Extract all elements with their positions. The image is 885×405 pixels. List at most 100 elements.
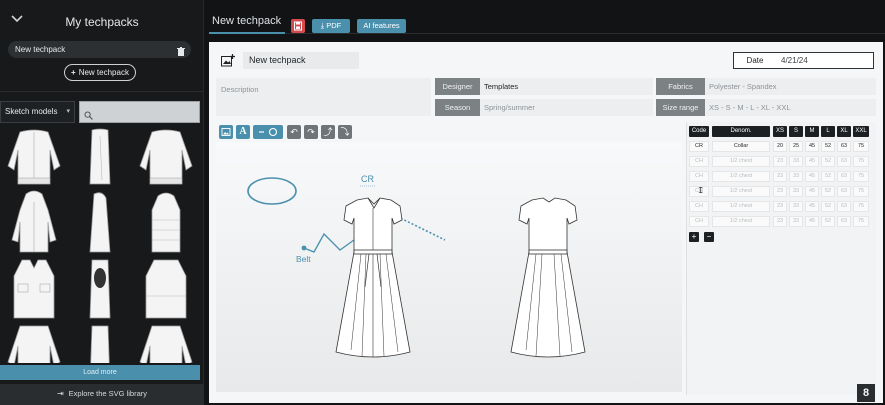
table-cell[interactable]: 63 — [837, 201, 851, 212]
techpack-item-label: New techpack — [15, 45, 66, 54]
table-cell[interactable]: 45 — [805, 216, 819, 227]
table-cell[interactable]: 75 — [853, 141, 869, 152]
table-cell[interactable]: 45 — [805, 171, 819, 182]
date-input[interactable]: 4/21/24 — [776, 52, 874, 69]
sketch-thumb-denim-side[interactable] — [70, 322, 130, 363]
table-cell[interactable]: 33 — [789, 201, 803, 212]
sketch-thumb-bomber-front[interactable] — [2, 126, 62, 188]
undo-button[interactable]: ↶ — [287, 125, 301, 139]
sketch-thumb-parka-front[interactable] — [2, 190, 62, 253]
table-cell[interactable]: 52 — [821, 141, 835, 152]
techpack-list-item[interactable]: New techpack — [8, 41, 191, 58]
table-cell[interactable]: 75 — [853, 171, 869, 182]
sketch-thumb-parka-side[interactable] — [70, 190, 130, 253]
sidebar-divider — [0, 91, 204, 92]
send-backward-icon: ⤵ — [340, 127, 350, 137]
table-cell[interactable]: 1/2 chest — [712, 216, 770, 227]
table-cell[interactable]: CR — [689, 141, 709, 152]
save-button[interactable] — [291, 19, 305, 33]
bring-forward-button[interactable]: ⤴ — [321, 125, 335, 139]
table-cell[interactable]: 63 — [837, 141, 851, 152]
table-cell[interactable]: 23 — [773, 216, 787, 227]
add-row-button[interactable]: + — [689, 232, 699, 242]
table-cell[interactable]: 52 — [821, 216, 835, 227]
table-cell[interactable]: 75 — [853, 216, 869, 227]
sketch-models-label: Sketch models — [5, 107, 58, 116]
table-cell[interactable]: 52 — [821, 156, 835, 167]
table-cell[interactable]: 63 — [837, 156, 851, 167]
fabrics-input[interactable]: Polyester - Spandex — [705, 78, 876, 95]
redo-button[interactable]: ↷ — [304, 125, 318, 139]
table-cell[interactable]: 75 — [853, 156, 869, 167]
new-techpack-button[interactable]: + New techpack — [64, 64, 136, 81]
sketch-thumb-vest-back[interactable] — [134, 256, 194, 319]
table-cell[interactable]: 63 — [837, 171, 851, 182]
table-cell[interactable]: CH — [689, 216, 709, 227]
table-cell[interactable]: 33 — [789, 186, 803, 197]
table-cell[interactable]: CH — [689, 201, 709, 212]
trash-icon[interactable] — [177, 45, 185, 56]
table-cell[interactable]: 52 — [821, 186, 835, 197]
table-header-denom: Denom. — [712, 126, 770, 137]
description-field[interactable]: Description — [216, 78, 431, 116]
table-cell[interactable]: 75 — [853, 201, 869, 212]
sketch-thumb-puffer[interactable] — [134, 190, 194, 253]
table-cell[interactable]: 23 — [773, 156, 787, 167]
table-cell[interactable]: 23 — [773, 186, 787, 197]
date-label: Date — [733, 52, 777, 69]
table-cell[interactable]: 33 — [789, 216, 803, 227]
remove-row-button[interactable]: − — [704, 232, 714, 242]
load-more-button[interactable]: Load more — [0, 365, 200, 380]
table-cell[interactable]: 45 — [805, 141, 819, 152]
send-backward-button[interactable]: ⤵ — [338, 125, 352, 139]
text-tool[interactable]: A — [236, 125, 250, 139]
sketch-thumb-denim-back[interactable] — [134, 322, 194, 363]
image-add-icon[interactable] — [221, 54, 235, 67]
techpack-card: New techpack Date 4/21/24 Description De… — [209, 42, 883, 403]
table-cell[interactable]: 45 — [805, 156, 819, 167]
sketch-thumb-bomber-side[interactable] — [70, 126, 130, 188]
designer-input[interactable]: Templates — [480, 78, 653, 95]
insert-image-tool[interactable] — [219, 125, 233, 139]
sketch-models-select[interactable]: Sketch models ▾ — [0, 101, 75, 123]
tab-new-techpack[interactable]: New techpack — [212, 15, 281, 27]
sketch-thumb-vest-front[interactable] — [2, 256, 62, 319]
season-input[interactable]: Spring/summer — [480, 99, 653, 116]
table-cell[interactable]: 23 — [773, 201, 787, 212]
sketch-thumb-vest-side[interactable] — [70, 256, 130, 319]
table-cell[interactable]: CH — [689, 156, 709, 167]
sketch-thumb-bomber-back[interactable] — [134, 126, 194, 188]
table-cell[interactable]: CH — [689, 171, 709, 182]
table-cell[interactable]: 45 — [805, 186, 819, 197]
dress-front-sketch — [335, 197, 411, 358]
explore-svg-library-button[interactable]: ⇥ Explore the SVG library — [0, 384, 204, 405]
shape-tool[interactable] — [253, 125, 283, 139]
ai-features-button[interactable]: AI features — [357, 19, 406, 33]
sketch-thumb-denim-front[interactable] — [2, 322, 62, 363]
table-cell[interactable]: 52 — [821, 201, 835, 212]
undo-icon: ↶ — [290, 127, 298, 137]
table-cell[interactable]: 63 — [837, 186, 851, 197]
table-cell[interactable]: Collar — [712, 141, 770, 152]
table-cell[interactable]: 1/2 chest — [712, 171, 770, 182]
table-cell[interactable]: 75 — [853, 186, 869, 197]
table-cell[interactable]: 33 — [789, 156, 803, 167]
table-cell[interactable]: 20 — [773, 141, 787, 152]
table-cell[interactable]: 52 — [821, 171, 835, 182]
sidebar: My techpacks New techpack + New techpack … — [0, 0, 204, 405]
book-icon: ⇥ — [56, 389, 64, 398]
table-cell[interactable]: 25 — [789, 141, 803, 152]
pdf-button[interactable]: ⤓ PDF — [312, 19, 350, 33]
table-cell[interactable]: 63 — [837, 216, 851, 227]
cr-label: CR — [361, 174, 374, 184]
sketch-search-input[interactable] — [79, 101, 200, 123]
table-cell[interactable]: 23 — [773, 171, 787, 182]
table-cell[interactable]: 33 — [789, 171, 803, 182]
table-cell[interactable]: 45 — [805, 201, 819, 212]
table-cell[interactable]: 1/2 chest — [712, 156, 770, 167]
size-range-input[interactable]: XS - S - M - L - XL - XXL — [705, 99, 876, 116]
table-cell[interactable]: 1/2 chest — [712, 186, 770, 197]
drawing-canvas[interactable]: CR Belt — [216, 142, 682, 392]
techpack-name-input[interactable]: New techpack — [243, 52, 359, 69]
table-cell[interactable]: 1/2 chest — [712, 201, 770, 212]
